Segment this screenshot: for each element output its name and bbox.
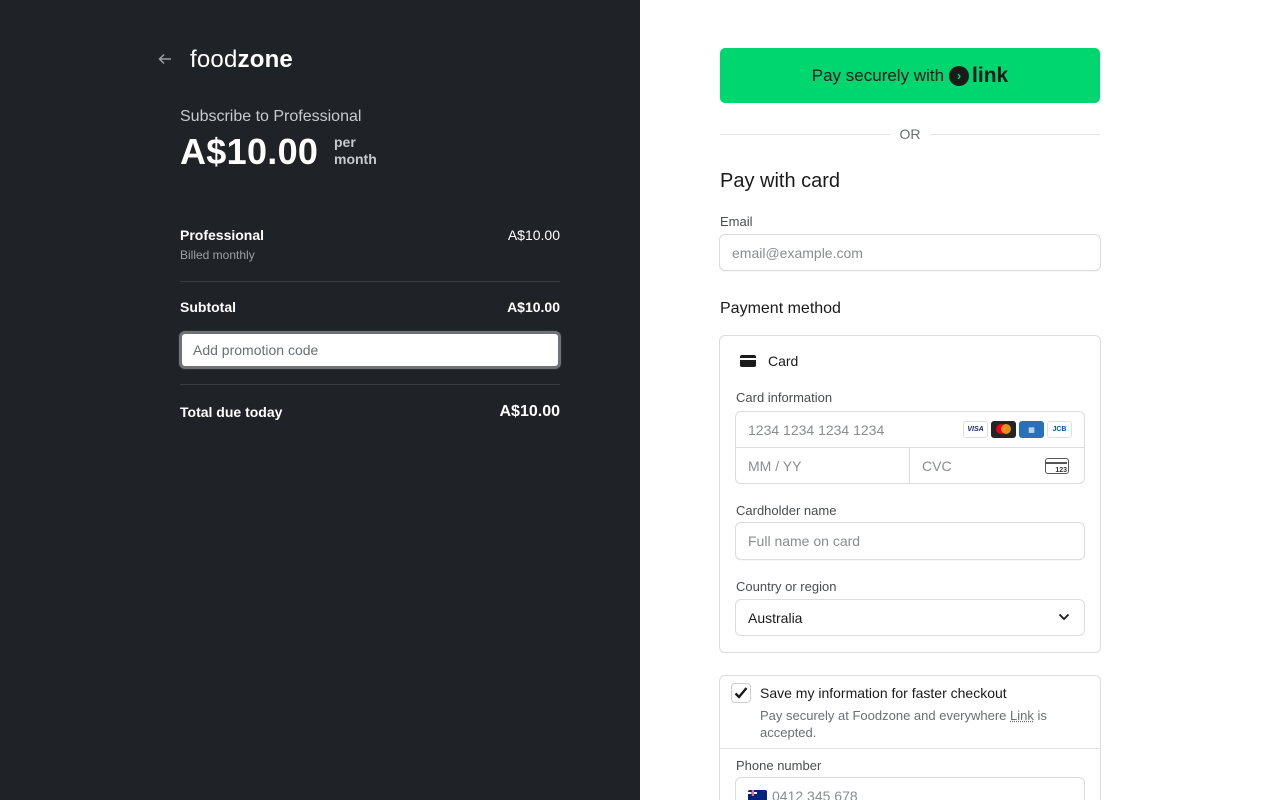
cvc-card-icon: 123 bbox=[1045, 458, 1069, 474]
or-divider: OR bbox=[720, 126, 1100, 144]
card-brands: VISA ▦ JCB bbox=[963, 421, 1072, 438]
item-price: A$10.00 bbox=[507, 227, 560, 243]
total-label: Total due today bbox=[180, 404, 283, 420]
credit-card-icon bbox=[740, 355, 756, 367]
card-information-label: Card information bbox=[736, 390, 833, 405]
chevron-down-icon bbox=[1058, 610, 1070, 624]
jcb-icon: JCB bbox=[1047, 421, 1072, 438]
payment-method-heading: Payment method bbox=[720, 300, 841, 317]
back-arrow-icon[interactable] bbox=[158, 52, 176, 70]
cardholder-name-input[interactable]: Full name on card bbox=[735, 522, 1085, 560]
save-info-description: Pay securely at Foodzone and everywhere … bbox=[760, 708, 1047, 740]
item-name: Professional bbox=[180, 227, 265, 243]
phone-number-input[interactable]: 0412 345 678 bbox=[735, 777, 1085, 800]
amex-icon: ▦ bbox=[1019, 421, 1044, 438]
price-period: per month bbox=[334, 134, 377, 167]
checkmark-icon bbox=[734, 687, 748, 699]
mastercard-icon bbox=[991, 421, 1016, 438]
line-item: Professional Billed monthly A$10.00 bbox=[180, 227, 560, 267]
subscribe-title: Subscribe to Professional bbox=[180, 108, 362, 125]
link-logo: › link bbox=[949, 64, 1008, 88]
cardholder-name-label: Cardholder name bbox=[736, 503, 837, 518]
australia-flag-icon bbox=[748, 790, 767, 800]
item-billing: Billed monthly bbox=[180, 248, 255, 262]
save-info-title: Save my information for faster checkout bbox=[760, 685, 1007, 701]
card-tab-label[interactable]: Card bbox=[768, 353, 798, 369]
price-amount: A$10.00 bbox=[180, 131, 319, 172]
chevron-right-icon: › bbox=[949, 65, 970, 86]
email-label: Email bbox=[720, 214, 753, 229]
cvc-input[interactable]: CVC 123 bbox=[909, 447, 1085, 484]
divider bbox=[180, 384, 560, 385]
pay-with-card-heading: Pay with card bbox=[720, 170, 841, 192]
promo-code-input[interactable]: Add promotion code bbox=[179, 331, 561, 369]
total-value: A$10.00 bbox=[499, 403, 561, 420]
card-number-input[interactable]: 1234 1234 1234 1234 VISA ▦ JCB bbox=[735, 411, 1085, 448]
divider bbox=[720, 748, 1100, 749]
country-select[interactable]: Australia bbox=[735, 599, 1085, 636]
country-label: Country or region bbox=[736, 579, 837, 594]
visa-icon: VISA bbox=[963, 421, 988, 438]
pay-with-link-button[interactable]: Pay securely with › link bbox=[720, 48, 1100, 103]
subtotal-label: Subtotal bbox=[180, 299, 236, 315]
subtotal-value: A$10.00 bbox=[507, 299, 560, 315]
email-input[interactable]: email@example.com bbox=[719, 234, 1101, 271]
divider bbox=[180, 281, 560, 282]
subtotal-row: Subtotal A$10.00 bbox=[180, 299, 560, 317]
link-button-label: Pay securely with bbox=[811, 65, 945, 85]
save-info-checkbox[interactable] bbox=[731, 683, 751, 703]
phone-number-label: Phone number bbox=[736, 758, 822, 773]
total-row: Total due today A$10.00 bbox=[180, 403, 560, 423]
order-summary-panel: foodzone Subscribe to Professional A$10.… bbox=[0, 0, 640, 800]
expiry-input[interactable]: MM / YY bbox=[735, 447, 910, 484]
link-info-link[interactable]: Link bbox=[1010, 708, 1034, 723]
foodzone-logo[interactable]: foodzone bbox=[190, 46, 293, 74]
